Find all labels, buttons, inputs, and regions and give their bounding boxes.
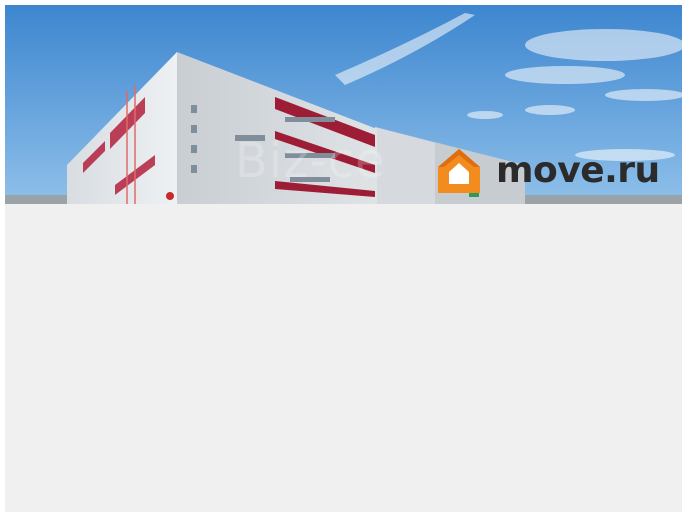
watermark-text: Biz-ce [235,133,386,189]
viewer-frame: Biz-ce move.ru [5,5,682,512]
logo-text: move.ru [496,150,660,191]
content-area [5,204,682,512]
move-ru-logo[interactable]: move.ru [436,147,660,195]
house-logo-icon [438,149,480,193]
